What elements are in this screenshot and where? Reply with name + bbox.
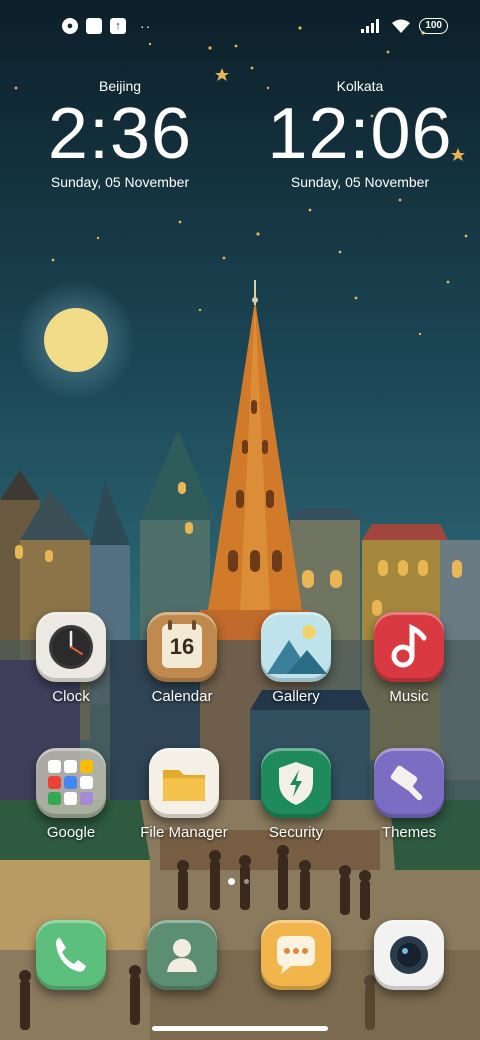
clock-city: Beijing <box>98 78 142 94</box>
page-indicator <box>244 879 249 884</box>
clock-icon <box>36 612 106 682</box>
clock-time: 2:36 <box>47 94 193 174</box>
clock-date: Sunday, 05 November <box>50 174 190 190</box>
clock-date: Sunday, 05 November <box>290 174 430 190</box>
app-label: Clock <box>52 688 90 705</box>
clock-widget-beijing[interactable]: Beijing 2:36 Sunday, 05 November <box>20 78 220 190</box>
app-folder-google[interactable]: Google <box>16 748 126 841</box>
wifi-icon <box>392 19 411 33</box>
app-label: File Manager <box>140 824 228 841</box>
folder-icon <box>149 748 219 818</box>
app-themes[interactable]: Themes <box>354 748 464 841</box>
notification-icon: ● <box>62 18 78 34</box>
more-notifications-indicator: ·· <box>140 18 152 34</box>
clock-city: Kolkata <box>336 78 384 94</box>
message-icon <box>261 920 331 990</box>
status-bar: ● ↑ ·· 100 <box>0 14 480 42</box>
upload-icon: ↑ <box>110 18 126 34</box>
dock-camera[interactable] <box>354 920 464 990</box>
shield-icon <box>261 748 331 818</box>
app-label: Security <box>268 824 324 841</box>
app-label: Music <box>389 688 429 705</box>
app-security[interactable]: Security <box>241 748 351 841</box>
gallery-icon <box>261 612 331 682</box>
battery-indicator: 100 <box>419 18 448 34</box>
app-label: Themes <box>381 824 437 841</box>
clock-time: 12:06 <box>267 94 453 174</box>
music-icon <box>374 612 444 682</box>
calendar-icon: 16 <box>147 612 217 682</box>
app-file-manager[interactable]: File Manager <box>129 748 239 841</box>
dock-phone[interactable] <box>16 920 126 990</box>
calendar-day: 16 <box>169 634 195 659</box>
camera-icon <box>374 920 444 990</box>
app-label: Google <box>46 824 96 841</box>
app-label: Gallery <box>272 688 320 705</box>
app-gallery[interactable]: Gallery <box>241 612 351 705</box>
dock-contacts[interactable] <box>127 920 237 990</box>
clock-widget-kolkata[interactable]: Kolkata 12:06 Sunday, 05 November <box>260 78 460 190</box>
google-folder-icon <box>36 748 106 818</box>
home-indicator[interactable] <box>152 1026 328 1031</box>
contacts-icon <box>147 920 217 990</box>
paintbrush-icon <box>374 748 444 818</box>
app-label: Calendar <box>151 688 213 705</box>
app-music[interactable]: Music <box>354 612 464 705</box>
signal-icon <box>361 19 380 33</box>
dock-messages[interactable] <box>241 920 351 990</box>
app-calendar[interactable]: 16 Calendar <box>127 612 237 705</box>
phone-icon <box>36 920 106 990</box>
page-indicator-active <box>228 878 235 885</box>
square-app-icon <box>86 18 102 34</box>
app-clock[interactable]: Clock <box>16 612 126 705</box>
